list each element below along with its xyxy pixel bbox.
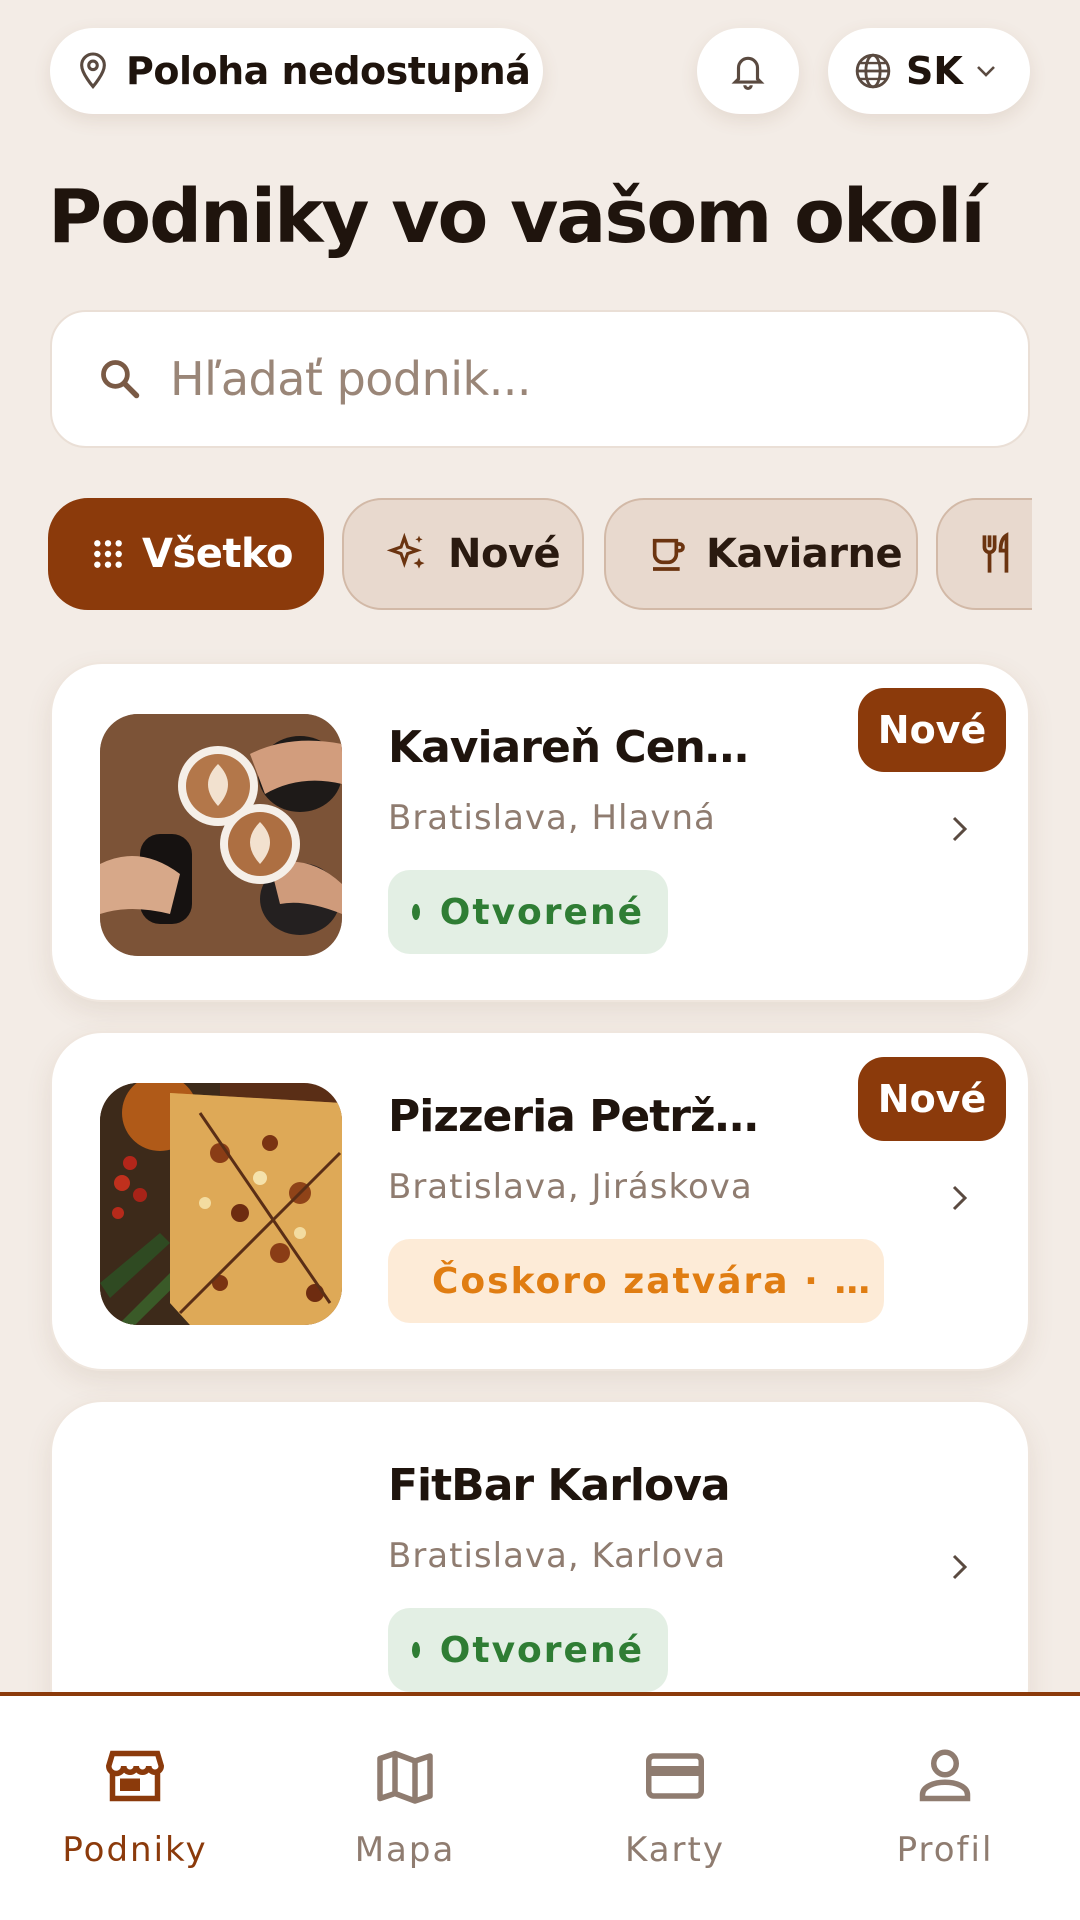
venue-address: Bratislava, Hlavná (388, 798, 716, 838)
chevron-right-icon (952, 1554, 968, 1580)
nav-tab-map[interactable]: Mapa (270, 1696, 540, 1920)
top-bar: Poloha nedostupná SK (50, 28, 1030, 116)
venue-address: Bratislava, Jiráskova (388, 1167, 753, 1207)
search-placeholder: Hľadať podnik... (170, 352, 532, 406)
filter-chip-label: Kaviarne (706, 531, 903, 577)
nav-label: Karty (625, 1830, 725, 1870)
venue-photo-pizza (100, 1083, 342, 1325)
nav-label: Mapa (354, 1830, 456, 1870)
bell-icon (731, 56, 765, 90)
filter-chip-restaurants[interactable] (936, 498, 1032, 610)
grid-dots-icon (94, 540, 122, 568)
language-selector[interactable]: SK (828, 28, 1030, 114)
notifications-button[interactable] (697, 28, 799, 114)
language-label: SK (906, 49, 963, 93)
nav-tab-profile[interactable]: Profil (810, 1696, 1080, 1920)
status-label: Otvorené (439, 891, 644, 933)
status-dot (412, 904, 420, 920)
filter-chip-label: Všetko (142, 531, 294, 577)
status-badge: Otvorené (388, 870, 668, 954)
nav-label: Podniky (62, 1830, 208, 1870)
globe-icon (855, 53, 891, 89)
search-icon (101, 360, 140, 399)
filter-chip-all[interactable]: Všetko (48, 498, 324, 610)
page-title: Podniky vo vašom okolí (48, 174, 986, 260)
new-badge: Nové (858, 688, 1006, 772)
filter-chip-new[interactable]: Nové (342, 498, 584, 610)
nav-tab-cards[interactable]: Karty (540, 1696, 810, 1920)
chevron-down-icon (976, 66, 995, 77)
bottom-navigation: Podniky Mapa Karty Profil (0, 1692, 1080, 1920)
map-icon (377, 1750, 433, 1804)
store-icon (105, 1750, 165, 1802)
venue-card[interactable]: Kaviareň Cen… Bratislava, Hlavná Otvoren… (50, 662, 1030, 1002)
new-badge: Nové (858, 1057, 1006, 1141)
coffee-cup-icon (652, 538, 685, 571)
venue-name: Pizzeria Petrž… (388, 1091, 759, 1142)
venue-name: FitBar Karlova (388, 1460, 731, 1511)
filter-chip-cafes[interactable]: Kaviarne (604, 498, 918, 610)
location-button[interactable]: Poloha nedostupná (50, 28, 543, 114)
nav-tab-venues[interactable]: Podniky (0, 1696, 270, 1920)
venue-name: Kaviareň Cen… (388, 722, 749, 773)
location-label: Poloha nedostupná (126, 49, 531, 93)
venue-card[interactable]: Pizzeria Petrž… Bratislava, Jiráskova Čo… (50, 1031, 1030, 1371)
search-input[interactable]: Hľadať podnik... (50, 310, 1030, 448)
map-pin-icon (80, 52, 106, 89)
status-badge: Otvorené (388, 1608, 668, 1692)
chevron-right-icon (952, 1185, 968, 1211)
status-label: Čoskoro zatvára · … (432, 1260, 873, 1302)
category-filters: Všetko Nové Kaviarne (48, 498, 1032, 612)
credit-card-icon (646, 1753, 704, 1799)
status-dot (412, 1642, 420, 1658)
venue-address: Bratislava, Karlova (388, 1536, 727, 1576)
venue-card[interactable]: FitBar Karlova Bratislava, Karlova Otvor… (50, 1400, 1030, 1740)
status-label: Otvorené (439, 1629, 644, 1671)
sparkles-icon (386, 532, 425, 569)
utensils-icon (982, 532, 1009, 573)
venue-photo-coffee (100, 714, 342, 956)
filter-chip-label: Nové (448, 531, 561, 577)
user-icon (919, 1749, 971, 1802)
nav-label: Profil (896, 1830, 994, 1870)
status-badge: Čoskoro zatvára · … (388, 1239, 884, 1323)
chevron-right-icon (952, 816, 968, 842)
